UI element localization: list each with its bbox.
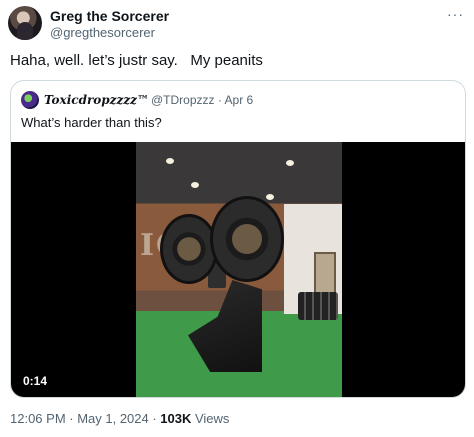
stair-machine [188, 280, 262, 372]
quoted-display-name[interactable]: Toxicdropzzzz™ [44, 93, 149, 107]
video-duration: 0:14 [23, 374, 48, 388]
tweet-text: Haha, well. let’s justr say. My peanits [10, 52, 263, 69]
tire [210, 196, 284, 282]
more-icon[interactable]: ··· [447, 6, 464, 22]
timestamp[interactable]: 12:06 PM · May 1, 2024 · [10, 411, 160, 426]
views-count: 103K [160, 411, 192, 426]
tweet-footer: 12:06 PM · May 1, 2024 · 103K Views [10, 411, 229, 426]
ceiling-light [191, 182, 199, 188]
user-handle[interactable]: @gregthesorcerer [50, 25, 155, 40]
quoted-tweet[interactable]: Toxicdropzzzz™ @TDropzzz · Apr 6 What’s … [10, 80, 466, 398]
quoted-avatar[interactable] [21, 91, 39, 109]
quoted-tweet-text: What’s harder than this? [21, 115, 162, 130]
display-name[interactable]: Greg the Sorcerer [50, 8, 169, 24]
tweet-header: Greg the Sorcerer @gregthesorcerer ··· [8, 6, 466, 42]
video-frame: IC [136, 142, 342, 397]
ceiling-light [286, 160, 294, 166]
tire [160, 214, 218, 284]
ceiling-light [266, 194, 274, 200]
ceiling-light [166, 158, 174, 164]
video-player[interactable]: IC 0:14 [11, 142, 465, 397]
dumbbell-rack [298, 292, 338, 320]
views-label: Views [191, 411, 230, 426]
quoted-handle-date: @TDropzzz · Apr 6 [151, 93, 254, 107]
avatar[interactable] [8, 6, 42, 40]
